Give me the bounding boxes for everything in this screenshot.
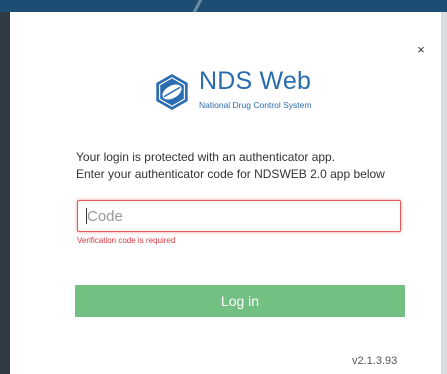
intro-line-1: Your login is protected with an authenti… [76,150,336,164]
background-left-edge [0,12,10,374]
logo-subtitle: National Drug Control System [199,100,312,110]
intro-text: Your login is protected with an authenti… [76,149,416,183]
background-right-edge [441,12,447,374]
version-label: v2.1.3.93 [352,355,398,367]
background-window-strip [0,0,447,12]
nds-logo-icon [156,73,188,111]
verification-code-input[interactable] [77,200,401,232]
intro-line-2: Enter your authenticator code for NDSWEB… [76,167,385,181]
login-dialog: × NDS Web National Drug Control System Y… [10,12,441,374]
text-caret [86,208,87,224]
logo-title: NDS Web [199,67,312,95]
verification-code-error: Verification code is required [77,236,176,245]
login-button[interactable]: Log in [75,285,405,317]
background-streak [190,0,205,12]
nds-logo: NDS Web National Drug Control System [153,67,323,117]
close-button[interactable]: × [413,42,429,58]
